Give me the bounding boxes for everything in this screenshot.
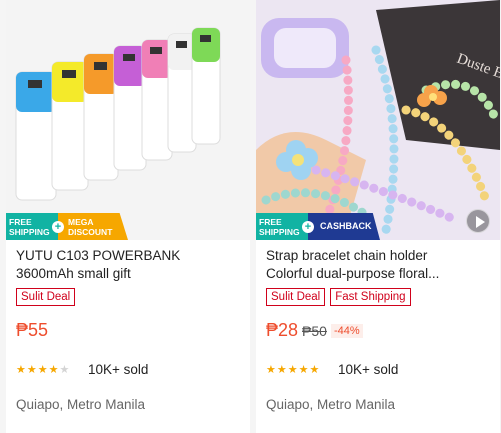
discount-badge: -44%	[330, 324, 363, 338]
product-tags: Sulit Deal Fast Shipping	[266, 288, 411, 306]
rating-row: ★★★★★ 10K+ sold	[16, 362, 148, 377]
star-icon: ★	[59, 364, 71, 376]
sold-count: 10K+ sold	[338, 362, 399, 377]
sulit-deal-tag: Sulit Deal	[266, 288, 326, 306]
star-rating: ★★★★★	[266, 363, 338, 376]
location: Quiapo, Metro Manila	[266, 397, 396, 412]
free-shipping-badge: FREE SHIPPING +	[256, 213, 314, 240]
star-icon: ★	[266, 364, 277, 376]
star-icon: ★	[276, 364, 288, 376]
mega-discount-badge: MEGA DISCOUNT	[58, 213, 128, 240]
star-icon: ★	[26, 364, 38, 376]
star-icon: ★	[37, 364, 49, 376]
price-row: ₱55	[16, 320, 48, 341]
cashback-badge: CASHBACK	[308, 213, 380, 240]
product-card-strap[interactable]: Duste Blackish FREE SHIPPING + CASHBACK …	[256, 0, 500, 433]
product-title[interactable]: YUTU C103 POWERBANK	[16, 247, 246, 265]
plus-icon: +	[52, 221, 64, 233]
promo-badges: FREE SHIPPING + CASHBACK	[256, 213, 380, 240]
star-icon: ★	[16, 364, 27, 376]
product-title-line2[interactable]: Colorful dual-purpose floral...	[266, 265, 496, 283]
product-title[interactable]: Strap bracelet chain holder	[266, 247, 496, 265]
product-card-powerbank[interactable]: FREE SHIPPING + MEGA DISCOUNT YUTU C103 …	[6, 0, 250, 433]
sold-count: 10K+ sold	[88, 362, 149, 377]
product-title-line2[interactable]: 3600mAh small gift	[16, 265, 246, 283]
product-image[interactable]: FREE SHIPPING + MEGA DISCOUNT	[6, 0, 250, 240]
play-icon[interactable]	[466, 209, 490, 233]
original-price: ₱50	[302, 323, 327, 339]
star-icon: ★	[287, 364, 299, 376]
location: Quiapo, Metro Manila	[16, 397, 146, 412]
plus-icon: +	[302, 221, 314, 233]
rating-row: ★★★★★ 10K+ sold	[266, 362, 398, 377]
free-shipping-badge: FREE SHIPPING +	[6, 213, 64, 240]
fast-shipping-tag: Fast Shipping	[330, 288, 411, 306]
price: ₱28	[266, 320, 299, 340]
sulit-deal-tag: Sulit Deal	[16, 288, 76, 306]
promo-badges: FREE SHIPPING + MEGA DISCOUNT	[6, 213, 128, 240]
star-icon: ★	[309, 364, 321, 376]
product-image[interactable]: Duste Blackish FREE SHIPPING + CASHBACK	[256, 0, 500, 240]
star-icon: ★	[48, 364, 60, 376]
star-icon: ★	[298, 364, 310, 376]
price-row: ₱28 ₱50 -44%	[266, 320, 363, 341]
price: ₱55	[16, 320, 49, 340]
product-tags: Sulit Deal	[16, 288, 76, 306]
star-rating: ★★★★★	[16, 363, 88, 376]
